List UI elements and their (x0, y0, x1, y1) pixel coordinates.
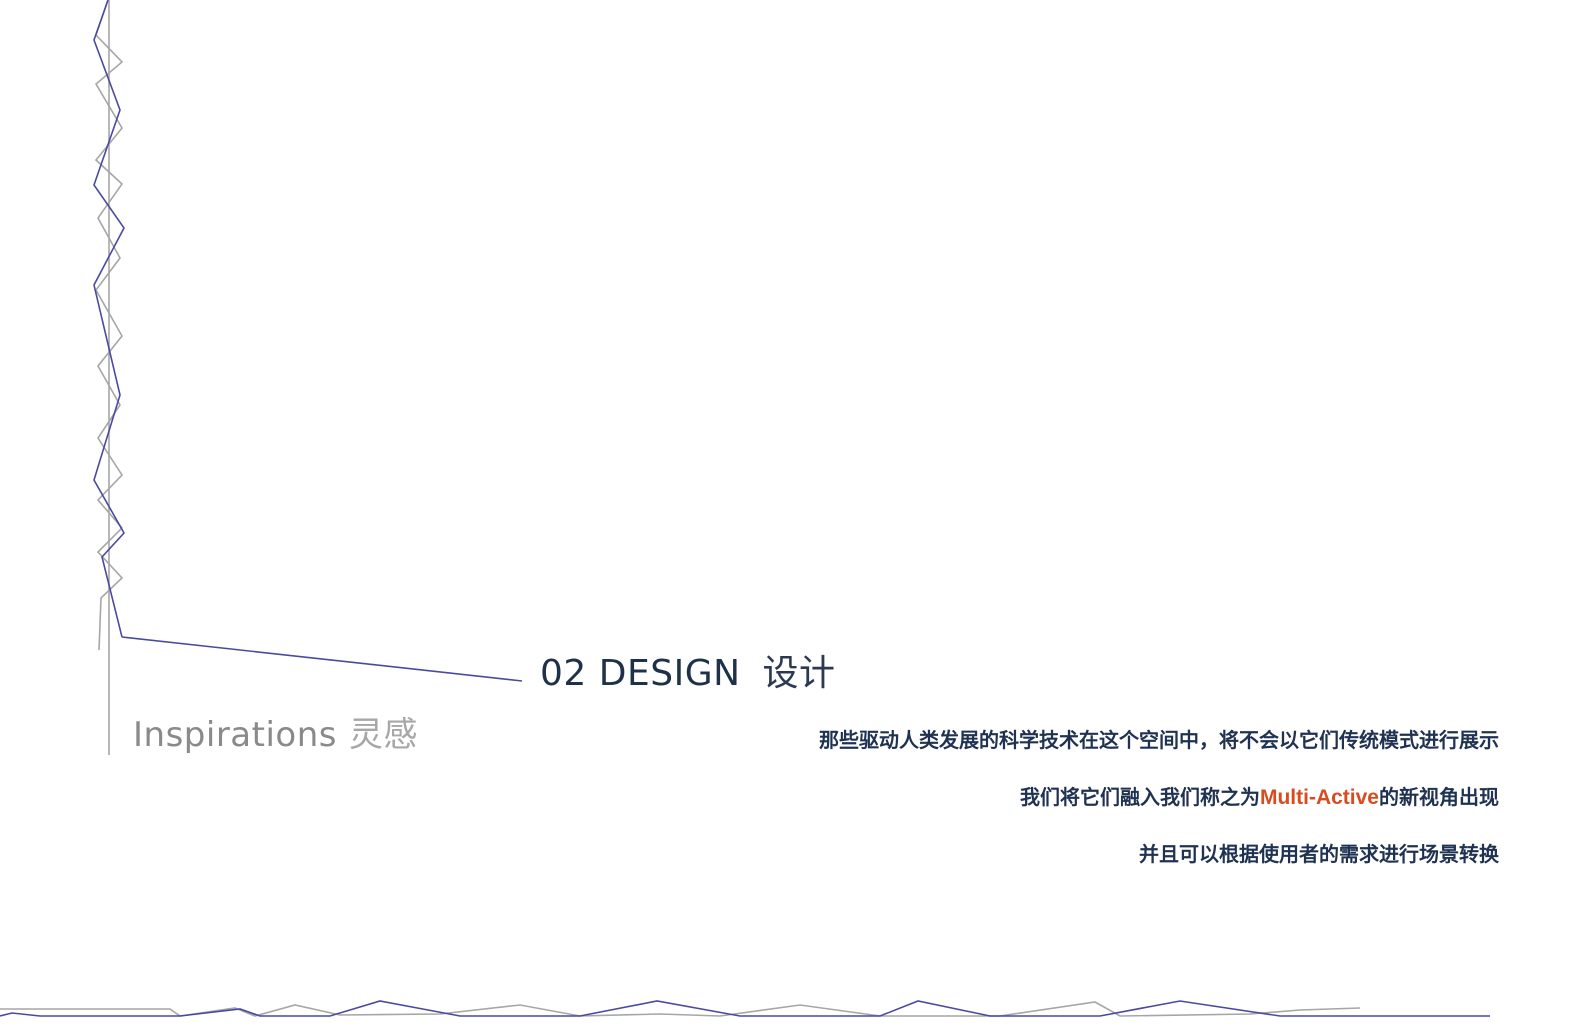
multi-active-highlight: Multi-Active (1259, 786, 1379, 809)
section-heading-chinese: 设计 (762, 653, 836, 694)
description-line-2: 我们将它们融入我们称之为Multi-Active的新视角出现 (819, 783, 1499, 811)
subheading-chinese: 灵感 (348, 715, 418, 755)
description-paragraph: 那些驱动人类发展的科学技术在这个空间中，将不会以它们传统模式进行展示 我们将它们… (819, 726, 1499, 897)
bottom-purple-zigzag (0, 1000, 1490, 1017)
description-line-2-end: 的新视角出现 (1379, 785, 1499, 809)
description-line-2-start: 我们将它们融入我们称之为 (1019, 785, 1260, 809)
heading-pointer-line (121, 636, 523, 682)
subheading-english: Inspirations (133, 715, 337, 755)
description-line-1: 那些驱动人类发展的科学技术在这个空间中，将不会以它们传统模式进行展示 (819, 728, 1499, 752)
description-line-3: 并且可以根据使用者的需求进行场景转换 (1139, 842, 1499, 866)
subheading: Inspirations 灵感 (133, 718, 418, 752)
section-heading-title: 02 DESIGN (540, 653, 741, 694)
section-heading: 02 DESIGN 设计 (540, 656, 836, 692)
